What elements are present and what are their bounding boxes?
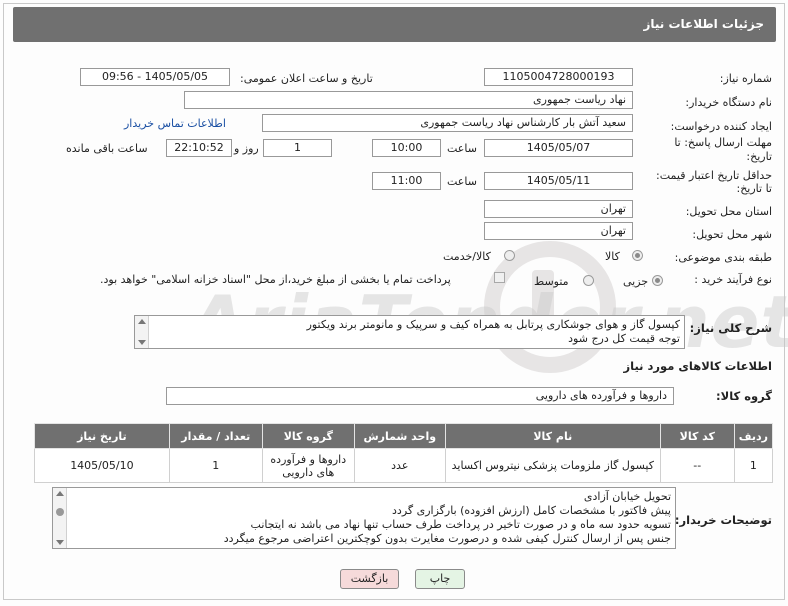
buyer-notes-line-3: تسویه حدود سه ماه و در صورت تاخیر در پرد…: [250, 518, 671, 531]
scroll-up-icon[interactable]: [138, 319, 146, 324]
creator-field[interactable]: سعید آتش بار کارشناس نهاد ریاست جمهوری: [262, 114, 633, 132]
city-field[interactable]: تهران: [484, 222, 633, 240]
process-radio-medium[interactable]: [583, 275, 594, 286]
remaining-time-field[interactable]: 22:10:52: [166, 139, 232, 157]
scroll-thumb[interactable]: [56, 508, 64, 516]
description-line-1: کپسول گاز و هوای جوشکاری پرتابل به همراه…: [306, 318, 680, 331]
need-number-label: شماره نیاز:: [719, 72, 772, 85]
buyer-notes-textarea[interactable]: تحویل خیابان آزادی پیش فاکتور با مشخصات …: [52, 487, 676, 549]
col-code: کد کالا: [659, 423, 735, 449]
goods-section-title: اطلاعات کالاهای مورد نیاز: [623, 359, 772, 373]
process-option-medium: متوسط: [534, 275, 569, 288]
col-name: نام کالا: [444, 423, 661, 449]
col-row: ردیف: [733, 423, 774, 449]
description-scrollbar[interactable]: [135, 316, 149, 348]
description-line-2: توجه قیمت کل درج شود: [568, 332, 680, 345]
cell-group: داروها و فرآورده های دارویی: [261, 448, 355, 483]
back-button[interactable]: بازگشت: [340, 569, 399, 589]
announce-date-field[interactable]: 1405/05/05 - 09:56: [80, 68, 230, 86]
category-option-goods: کالا: [605, 250, 620, 263]
col-group: گروه کالا: [261, 423, 355, 449]
days-remaining-field[interactable]: 1: [263, 139, 332, 157]
price-validity-label-2: تا تاریخ:: [736, 182, 772, 195]
buyer-notes-line-2: پیش فاکتور با مشخصات کامل (ارزش افزوده) …: [392, 504, 671, 517]
price-time-field[interactable]: 11:00: [372, 172, 441, 190]
description-textarea[interactable]: کپسول گاز و هوای جوشکاری پرتابل به همراه…: [134, 315, 685, 349]
treasury-payment-checkbox[interactable]: [494, 272, 505, 283]
goods-table-header: ردیف کد کالا نام کالا واحد شمارش گروه کا…: [34, 423, 774, 449]
city-label: شهر محل تحویل:: [692, 228, 772, 241]
reply-deadline-label-2: تاریخ:: [746, 150, 772, 163]
page-header: جزئیات اطلاعات نیاز: [13, 7, 776, 42]
price-time-label: ساعت: [447, 175, 477, 188]
process-type-label: نوع فرآیند خرید :: [694, 273, 772, 286]
cell-unit: عدد: [353, 448, 446, 483]
reply-time-field[interactable]: 10:00: [372, 139, 441, 157]
scroll-down-icon[interactable]: [138, 340, 146, 345]
price-date-field[interactable]: 1405/05/11: [484, 172, 633, 190]
col-qty: تعداد / مقدار: [168, 423, 263, 449]
reply-time-label: ساعت: [447, 142, 477, 155]
cell-date: 1405/05/10: [34, 448, 170, 483]
description-label: شرح کلی نیاز:: [689, 321, 772, 335]
buyer-notes-label: توضیحات خریدار:: [674, 513, 772, 527]
scroll-up-icon[interactable]: [56, 491, 64, 496]
days-label: روز و: [234, 142, 259, 155]
col-unit: واحد شمارش: [353, 423, 446, 449]
scroll-down-icon[interactable]: [56, 540, 64, 545]
remaining-time-label: ساعت باقی مانده: [66, 142, 148, 155]
category-label: طبقه بندی موضوعی:: [674, 251, 772, 264]
province-label: استان محل تحویل:: [685, 205, 772, 218]
page-title: جزئیات اطلاعات نیاز: [643, 17, 764, 31]
process-option-minor: جزیی: [623, 275, 649, 288]
cell-name: کپسول گاز ملزومات پزشکی نیتروس اکساید: [444, 448, 661, 483]
category-radio-goods[interactable]: [632, 250, 643, 261]
price-validity-label: حداقل تاریخ اعتبار قیمت:: [656, 169, 772, 182]
cell-code: --: [659, 448, 735, 483]
creator-label: ایجاد کننده درخواست:: [670, 120, 772, 133]
buyer-org-label: نام دستگاه خریدار:: [685, 96, 772, 109]
buyer-contact-link[interactable]: اطلاعات تماس خریدار: [124, 117, 226, 130]
goods-group-label: گروه کالا:: [716, 389, 772, 403]
category-option-goods-service: کالا/خدمت: [443, 250, 491, 263]
cell-qty: 1: [168, 448, 263, 483]
treasury-payment-note: پرداخت تمام یا بخشی از مبلغ خرید،از محل …: [100, 273, 451, 286]
goods-group-field[interactable]: داروها و فرآورده های دارویی: [166, 387, 674, 405]
print-button[interactable]: چاپ: [415, 569, 465, 589]
table-row[interactable]: 1 -- کپسول گاز ملزومات پزشکی نیتروس اکسا…: [34, 448, 774, 483]
col-date: تاریخ نیاز: [34, 423, 170, 449]
buyer-notes-line-4: جنس پس از ارسال کنترل کیفی شده و درصورت …: [223, 532, 671, 545]
buyer-notes-scrollbar[interactable]: [53, 488, 67, 548]
goods-table: ردیف کد کالا نام کالا واحد شمارش گروه کا…: [34, 423, 774, 483]
buyer-notes-line-1: تحویل خیابان آزادی: [583, 490, 671, 503]
province-field[interactable]: تهران: [484, 200, 633, 218]
need-number-field[interactable]: 1105004728000193: [484, 68, 633, 86]
category-radio-goods-service[interactable]: [504, 250, 515, 261]
reply-date-field[interactable]: 1405/05/07: [484, 139, 633, 157]
announce-label: تاریخ و ساعت اعلان عمومی:: [240, 72, 373, 85]
cell-row: 1: [733, 448, 774, 483]
reply-deadline-label: مهلت ارسال پاسخ: تا: [674, 136, 772, 149]
process-radio-minor[interactable]: [652, 275, 663, 286]
buyer-org-field[interactable]: نهاد ریاست جمهوری: [184, 91, 633, 109]
